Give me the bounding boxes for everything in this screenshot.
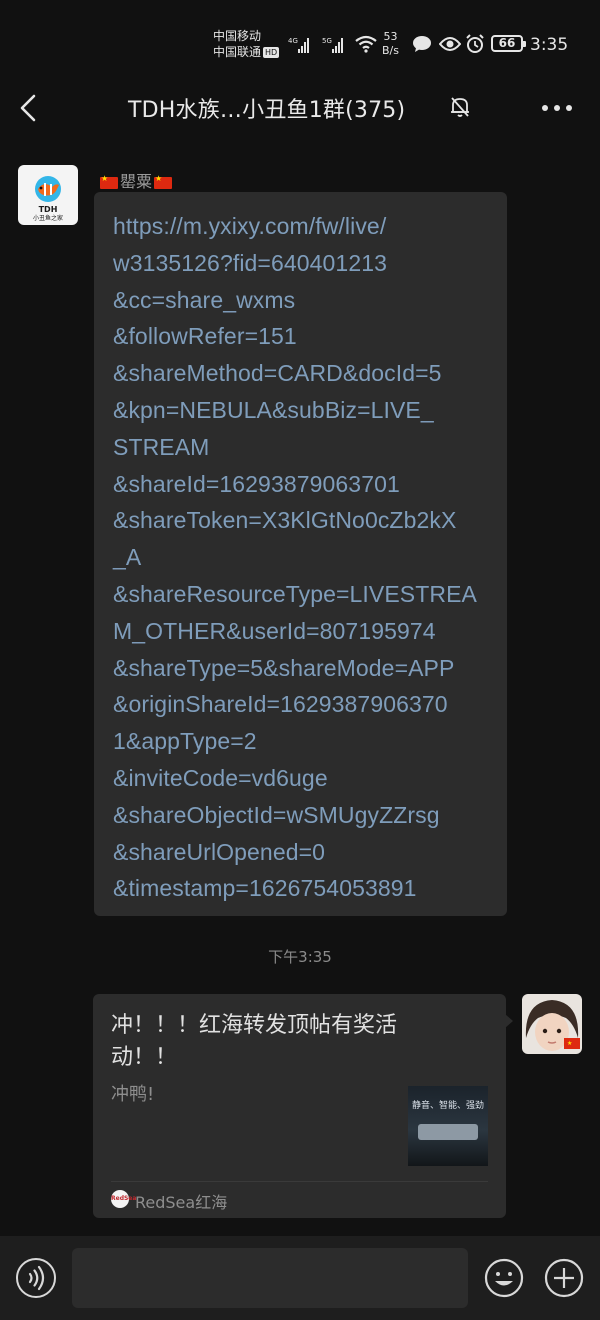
emoji-icon <box>484 1258 524 1298</box>
signal-4g-icon: 4G <box>288 37 309 53</box>
alarm-icon <box>466 34 484 53</box>
redsea-logo-icon: RedSea <box>111 1190 136 1208</box>
plus-button[interactable] <box>544 1258 584 1298</box>
eye-icon <box>439 37 461 51</box>
bell-off-icon <box>451 97 469 117</box>
voice-icon <box>28 1265 45 1291</box>
net-speed-value: 53 <box>383 30 398 43</box>
emoji-button[interactable] <box>484 1258 524 1298</box>
message-timestamp: 下午3:35 <box>268 948 332 966</box>
battery-indicator: 66 <box>491 35 526 52</box>
status-bar: 中国移动 中国联通 HD 4G 5G 53 B/s 66 3:35 <box>0 0 600 80</box>
back-button[interactable] <box>14 90 46 126</box>
carrier-info: 中国移动 中国联通 HD <box>213 28 280 60</box>
status-clock: 3:35 <box>530 35 569 55</box>
more-button[interactable] <box>540 98 574 118</box>
more-dots-icon <box>542 105 572 111</box>
net-speed: 53 B/s <box>382 30 399 58</box>
china-flag-icon <box>154 174 173 189</box>
avatar-brand-text: TDH <box>39 205 58 214</box>
net-speed-unit: B/s <box>382 44 399 57</box>
input-bar <box>0 1236 600 1320</box>
signal-1-label: 4G <box>288 37 298 45</box>
message-link-text[interactable]: https://m.yxixy.com/fw/live/ w3135126?fi… <box>113 208 489 907</box>
plus-icon <box>544 1258 584 1298</box>
sender-avatar[interactable]: TDH 小丑鱼之家 <box>18 165 78 225</box>
hd-badge: HD <box>263 47 280 58</box>
message-icon <box>413 36 431 52</box>
carrier-2: 中国联通 <box>213 45 262 59</box>
signal-2-label: 5G <box>322 37 332 45</box>
card-thumbnail-text: 静音、智能、强劲 <box>411 1101 484 1111</box>
card-thumbnail: 静音、智能、强劲 <box>408 1086 488 1166</box>
signal-5g-icon: 5G <box>322 37 343 53</box>
tdh-logo-icon: TDH 小丑鱼之家 <box>33 176 63 222</box>
bubble-tail <box>505 1014 513 1028</box>
chevron-left-icon <box>20 94 36 122</box>
message-bubble-link[interactable]: https://m.yxixy.com/fw/live/ w3135126?fi… <box>94 192 507 916</box>
avatar-brand-subtext: 小丑鱼之家 <box>33 214 63 222</box>
card-description: 冲鸭! <box>111 1084 155 1105</box>
sender-name-text: 罌粟 <box>120 172 153 191</box>
girl-photo-icon: ★ <box>522 994 582 1054</box>
card-source-name: RedSea红海 <box>135 1193 228 1212</box>
shared-card-bubble[interactable]: 冲！！！红海转发顶帖有奖活动！！ 冲鸭! 静音、智能、强劲 RedSea Red… <box>93 994 506 1218</box>
china-flag-icon <box>100 174 118 189</box>
my-avatar[interactable]: ★ <box>522 994 582 1054</box>
wifi-icon <box>355 35 377 53</box>
voice-button[interactable] <box>16 1258 56 1298</box>
message-input[interactable] <box>72 1248 468 1308</box>
chat-header: TDH水族…小丑鱼1群(375) <box>0 80 600 136</box>
product-image-icon <box>418 1124 478 1140</box>
chat-title[interactable]: TDH水族…小丑鱼1群(375) <box>128 92 405 124</box>
card-divider <box>111 1181 488 1182</box>
card-title: 冲！！！红海转发顶帖有奖活动！！ <box>111 1013 398 1070</box>
svg-text:★: ★ <box>567 1040 572 1047</box>
carrier-1: 中国移动 <box>213 29 262 43</box>
sender-name: 罌粟 <box>98 168 174 192</box>
